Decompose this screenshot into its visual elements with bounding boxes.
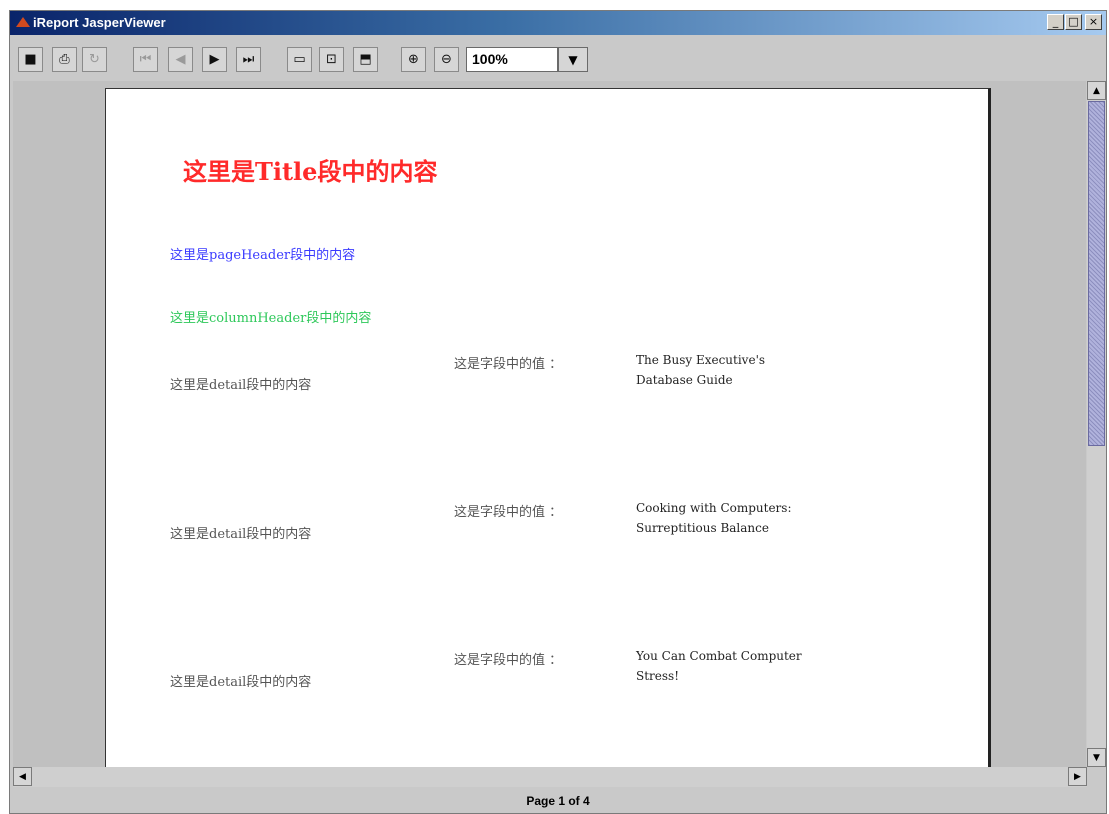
column-header-text: 这里是columnHeader段中的内容 xyxy=(170,311,372,326)
first-page-button[interactable]: ⏮ xyxy=(133,47,158,72)
zoom-in-icon: ⊕ xyxy=(408,52,419,67)
field-value-line2: Database Guide xyxy=(636,373,733,387)
detail-text: 这里是detail段中的内容 xyxy=(170,378,312,393)
field-value-line1: The Busy Executive's xyxy=(636,353,766,367)
maximize-button[interactable]: □ xyxy=(1065,14,1082,30)
field-label: 这是字段中的值 ： xyxy=(454,653,563,668)
next-page-icon: ▶ xyxy=(209,52,220,67)
toolbar: ■ ⎙ ↻ ⏮ ◀ ▶ ⏭ ▭ ⊡ ⬒ ⊕ ⊖ 100% ▼ xyxy=(10,35,1106,81)
print-button[interactable]: ⎙ xyxy=(52,47,77,72)
zoom-out-button[interactable]: ⊖ xyxy=(434,47,459,72)
close-button[interactable]: × xyxy=(1085,14,1102,30)
report-title: 这里是Title段中的内容 xyxy=(183,157,438,186)
detail-text: 这里是detail段中的内容 xyxy=(170,527,312,542)
first-page-icon: ⏮ xyxy=(139,52,152,67)
scroll-right-button[interactable]: ▶ xyxy=(1068,767,1087,786)
fit-page-button[interactable]: ⊡ xyxy=(319,47,344,72)
fit-width-icon: ⬒ xyxy=(359,52,372,67)
scroll-left-button[interactable]: ◀ xyxy=(13,767,32,786)
actual-size-icon: ▭ xyxy=(293,52,306,67)
scroll-down-button[interactable]: ▼ xyxy=(1087,748,1106,767)
scroll-up-button[interactable]: ▲ xyxy=(1087,81,1106,100)
last-page-icon: ⏭ xyxy=(242,52,255,67)
horizontal-scrollbar[interactable]: ◀ ▶ xyxy=(13,767,1087,787)
field-label: 这是字段中的值 ： xyxy=(454,505,563,520)
window-title: iReport JasperViewer xyxy=(33,15,166,30)
app-logo-icon xyxy=(16,17,30,27)
arrow-left-icon: ◀ xyxy=(19,771,26,782)
vertical-scrollbar[interactable]: ▲ ▼ xyxy=(1087,81,1106,767)
reload-icon: ↻ xyxy=(89,52,100,67)
title-bar[interactable]: iReport JasperViewer _ □ × xyxy=(10,11,1106,35)
zoom-out-icon: ⊖ xyxy=(441,52,452,67)
arrow-down-icon: ▼ xyxy=(1093,752,1100,763)
actual-size-button[interactable]: ▭ xyxy=(287,47,312,72)
page-header-text: 这里是pageHeader段中的内容 xyxy=(170,248,356,263)
vertical-scroll-thumb[interactable] xyxy=(1088,101,1105,446)
arrow-up-icon: ▲ xyxy=(1093,85,1100,96)
page-indicator: Page 1 of 4 xyxy=(526,794,590,808)
save-icon: ■ xyxy=(24,52,37,67)
field-label: 这是字段中的值 ： xyxy=(454,357,563,372)
zoom-select[interactable]: 100% xyxy=(466,47,558,72)
chevron-down-icon: ▼ xyxy=(568,52,578,67)
arrow-right-icon: ▶ xyxy=(1074,771,1081,782)
detail-text: 这里是detail段中的内容 xyxy=(170,675,312,690)
field-value-line1: Cooking with Computers: xyxy=(636,501,792,515)
previous-page-icon: ◀ xyxy=(175,52,186,67)
save-button[interactable]: ■ xyxy=(18,47,43,72)
zoom-in-button[interactable]: ⊕ xyxy=(401,47,426,72)
fit-width-button[interactable]: ⬒ xyxy=(353,47,378,72)
jasper-viewer-window: iReport JasperViewer _ □ × ■ ⎙ ↻ ⏮ ◀ ▶ ⏭… xyxy=(9,10,1107,814)
minimize-button[interactable]: _ xyxy=(1047,14,1064,30)
print-icon: ⎙ xyxy=(59,52,70,67)
reload-button[interactable]: ↻ xyxy=(82,47,107,72)
previous-page-button[interactable]: ◀ xyxy=(168,47,193,72)
last-page-button[interactable]: ⏭ xyxy=(236,47,261,72)
next-page-button[interactable]: ▶ xyxy=(202,47,227,72)
report-page: 这里是Title段中的内容 这里是pageHeader段中的内容 这里是colu… xyxy=(105,88,991,767)
field-value-line2: Surreptitious Balance xyxy=(636,521,769,535)
fit-page-icon: ⊡ xyxy=(326,52,337,67)
field-value-line2: Stress! xyxy=(636,669,680,683)
field-value-line1: You Can Combat Computer xyxy=(636,649,802,663)
zoom-dropdown-button[interactable]: ▼ xyxy=(558,47,588,72)
report-viewport[interactable]: 这里是Title段中的内容 这里是pageHeader段中的内容 这里是colu… xyxy=(13,81,1086,767)
